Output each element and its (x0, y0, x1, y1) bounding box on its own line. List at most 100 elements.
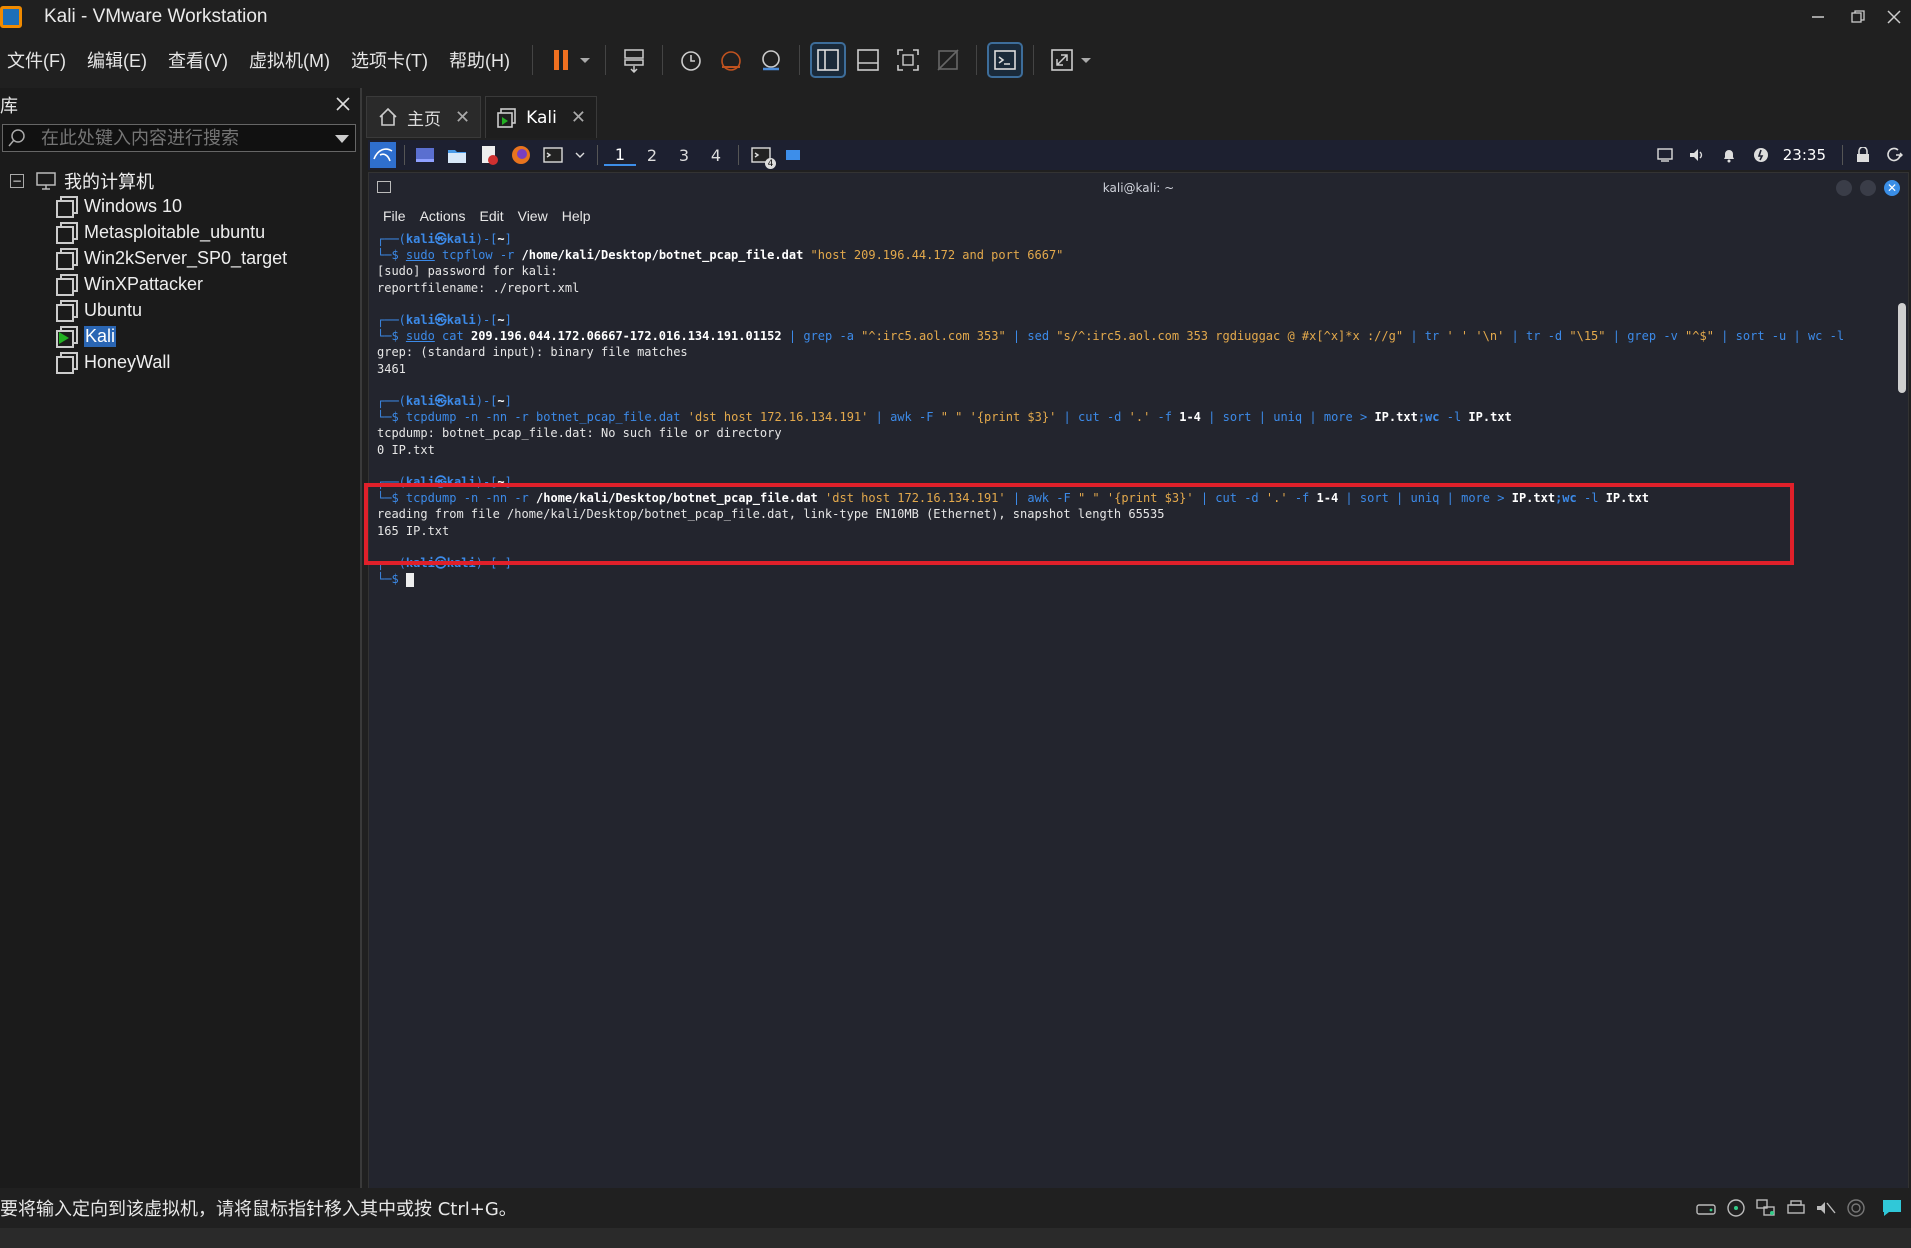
thumbnail-bar-button[interactable] (852, 44, 884, 76)
collapse-toggle[interactable]: − (10, 174, 24, 188)
vm-label: Win2kServer_SP0_target (84, 247, 288, 268)
tree-root-my-computer[interactable]: − 我的计算机 (10, 168, 154, 194)
menu-toolbar: 文件(F) 编辑(E) 查看(V) 虚拟机(M) 选项卡(T) 帮助(H) (0, 40, 1911, 80)
firefox-icon[interactable] (509, 144, 533, 166)
toolbar-separator (798, 45, 800, 75)
power-manager-icon[interactable] (1749, 144, 1773, 166)
snapshot-manager-button[interactable] (755, 44, 787, 76)
menu-edit[interactable]: 编辑(E) (87, 47, 147, 73)
menu-view[interactable]: 查看(V) (168, 47, 228, 73)
vm-item-metasploitable-ubuntu[interactable]: Metasploitable_ubuntu (56, 220, 265, 244)
terminal-minimize-button[interactable] (1836, 180, 1852, 196)
stretch-guest-button[interactable] (1046, 44, 1078, 76)
vm-label: WinXPattacker (84, 273, 204, 294)
vm-icon (56, 222, 78, 244)
send-ctrl-alt-del-button[interactable] (618, 44, 650, 76)
snapshot-button[interactable] (675, 44, 707, 76)
unity-button[interactable] (932, 44, 964, 76)
vm-item-winxpattacker[interactable]: WinXPattacker (56, 272, 203, 296)
panel-separator (738, 145, 739, 165)
chevron-down-icon[interactable] (335, 135, 349, 143)
vm-icon (56, 196, 78, 218)
vm-item-kali[interactable]: Kali (56, 324, 117, 348)
menu-help[interactable]: 帮助(H) (449, 47, 510, 73)
logout-icon[interactable] (1883, 144, 1907, 166)
library-search-box[interactable] (2, 124, 356, 152)
close-tab-icon[interactable]: ✕ (571, 107, 586, 128)
workspace-3[interactable]: 3 (668, 146, 700, 165)
panel-separator (404, 145, 405, 165)
bottom-edge (0, 1228, 1911, 1248)
command-line: └─$ sudo tcpflow -r /home/kali/Desktop/b… (377, 248, 1064, 263)
lock-screen-icon[interactable] (1851, 144, 1875, 166)
menu-vm[interactable]: 虚拟机(M) (249, 47, 330, 73)
workspace-1[interactable]: 1 (604, 145, 636, 166)
minimize-button[interactable] (1800, 0, 1836, 34)
console-view-button[interactable] (986, 42, 1023, 78)
scrollbar-thumb[interactable] (1898, 303, 1906, 393)
taskbar-window-icon[interactable] (781, 144, 805, 166)
sound-card-icon[interactable] (1813, 1196, 1839, 1220)
workspace-4[interactable]: 4 (700, 146, 732, 165)
vm-icon (56, 300, 78, 322)
vm-item-win2kserver-sp0-target[interactable]: Win2kServer_SP0_target (56, 246, 287, 270)
output-line: tcpdump: botnet_pcap_file.dat: No such f… (377, 426, 782, 441)
minimize-icon (1812, 16, 1824, 18)
display-tray-icon[interactable] (1653, 144, 1677, 166)
terminal-maximize-button[interactable] (1860, 180, 1876, 196)
printer-icon[interactable] (1783, 1196, 1809, 1220)
chevron-down-icon (1080, 58, 1091, 63)
close-window-button[interactable] (1876, 0, 1911, 34)
message-log-icon[interactable] (1879, 1196, 1905, 1220)
unity-disabled-icon (937, 49, 959, 71)
tab-kali[interactable]: Kali ✕ (485, 96, 597, 138)
console-icon (994, 50, 1016, 70)
terminal-menu-actions[interactable]: Actions (420, 208, 466, 224)
file-manager-icon[interactable] (445, 144, 469, 166)
terminal-close-button[interactable]: ✕ (1884, 180, 1900, 196)
power-dropdown-button[interactable] (577, 44, 593, 76)
library-search-input[interactable] (41, 127, 311, 149)
terminal-menu-edit[interactable]: Edit (479, 208, 503, 224)
usb-icon[interactable] (1843, 1196, 1869, 1220)
revert-snapshot-button[interactable] (715, 44, 747, 76)
suspend-button[interactable] (545, 44, 577, 76)
terminal-menu-help[interactable]: Help (562, 208, 591, 224)
terminal-menu-file[interactable]: File (383, 208, 406, 224)
kali-top-panel: 1 2 3 4 4 23:35 (368, 140, 1911, 170)
vm-item-windows-10[interactable]: Windows 10 (56, 194, 182, 218)
close-library-button[interactable] (336, 92, 350, 116)
fullscreen-button[interactable] (892, 44, 924, 76)
show-desktop-icon[interactable] (413, 144, 437, 166)
workspace-2[interactable]: 2 (636, 146, 668, 165)
close-icon (1887, 10, 1901, 24)
terminal-window[interactable]: kali@kali: ~ ✕ File Actions Edit View He… (368, 172, 1909, 1232)
stretch-dropdown-button[interactable] (1078, 44, 1094, 76)
text-cursor (405, 572, 414, 587)
restore-button[interactable] (1840, 0, 1876, 34)
hard-disk-icon[interactable] (1693, 1196, 1719, 1220)
vm-item-ubuntu[interactable]: Ubuntu (56, 298, 142, 322)
panel-separator (1842, 145, 1843, 165)
notifications-bell-icon[interactable] (1717, 144, 1741, 166)
chevron-down-icon[interactable] (573, 144, 587, 166)
text-editor-icon[interactable] (477, 144, 501, 166)
tab-home[interactable]: 主页 ✕ (366, 96, 482, 138)
play-icon (59, 332, 69, 344)
vm-label: Kali (84, 325, 117, 347)
cd-dvd-icon[interactable] (1723, 1196, 1749, 1220)
taskbar-terminal-icon[interactable]: 4 (749, 144, 776, 169)
close-tab-icon[interactable]: ✕ (455, 107, 470, 128)
panel-clock[interactable]: 23:35 (1783, 146, 1826, 164)
terminal-scrollbar[interactable] (1898, 235, 1906, 1225)
terminal-menu-view[interactable]: View (518, 208, 548, 224)
show-library-button[interactable] (809, 42, 846, 78)
menu-file[interactable]: 文件(F) (7, 47, 66, 73)
vm-item-honeywall[interactable]: HoneyWall (56, 350, 170, 374)
terminal-launcher-icon[interactable] (541, 144, 565, 166)
volume-icon[interactable] (1685, 144, 1709, 166)
menu-tabs[interactable]: 选项卡(T) (351, 47, 428, 73)
network-adapter-icon[interactable] (1753, 1196, 1779, 1220)
status-message: 要将输入定向到该虚拟机，请将鼠标指针移入其中或按 Ctrl+G。 (0, 1199, 517, 1220)
kali-menu-icon[interactable] (370, 142, 396, 168)
